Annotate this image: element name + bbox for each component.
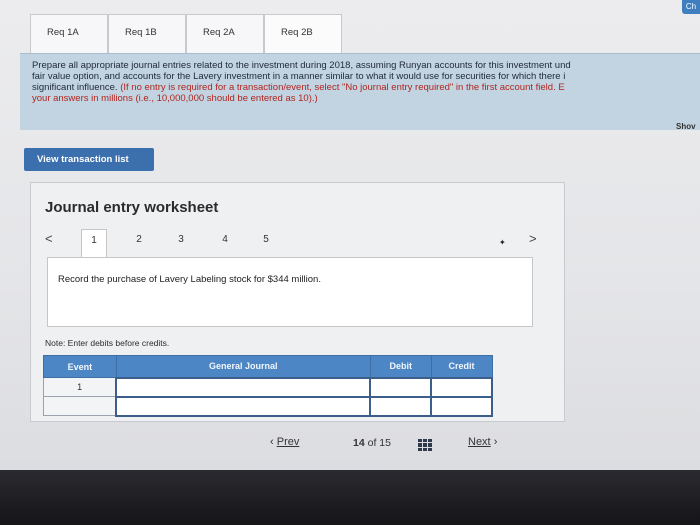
credit-input[interactable] bbox=[430, 395, 493, 417]
account-input[interactable] bbox=[115, 376, 372, 398]
table-row: 1 bbox=[43, 376, 493, 398]
debit-input[interactable] bbox=[369, 395, 433, 417]
grid-menu-icon[interactable] bbox=[418, 439, 432, 451]
prev-label: Prev bbox=[276, 436, 300, 448]
tab-req-2b[interactable]: Req 2B bbox=[264, 14, 342, 54]
total-questions: 15 bbox=[379, 437, 391, 449]
of-text: of bbox=[367, 437, 377, 449]
monitor-bezel bbox=[0, 470, 700, 525]
transaction-description-box: Record the purchase of Lavery Labeling s… bbox=[47, 257, 533, 327]
worksheet-page-5[interactable]: 5 bbox=[253, 229, 279, 251]
event-cell: 1 bbox=[43, 377, 117, 397]
instructions-text: significant influence. bbox=[32, 82, 121, 93]
chevron-left-icon: ‹ bbox=[270, 436, 274, 448]
debit-input[interactable] bbox=[369, 376, 433, 398]
chevron-right-icon: › bbox=[493, 436, 498, 448]
event-cell bbox=[43, 396, 117, 416]
tab-req-1b[interactable]: Req 1B bbox=[108, 14, 186, 54]
worksheet-title: Journal entry worksheet bbox=[45, 199, 219, 216]
debit-credit-note: Note: Enter debits before credits. bbox=[45, 338, 170, 348]
instructions-hint: (If no entry is required for a transacti… bbox=[120, 82, 565, 93]
worksheet-page-4[interactable]: 4 bbox=[212, 229, 238, 251]
column-header-debit: Debit bbox=[369, 355, 432, 378]
instructions-hint: your answers in millions (i.e., 10,000,0… bbox=[32, 93, 318, 104]
next-button[interactable]: Next › bbox=[468, 436, 497, 448]
mouse-cursor-icon: ✦ bbox=[499, 238, 506, 247]
worksheet-page-2[interactable]: 2 bbox=[126, 229, 152, 251]
check-button[interactable]: Ch bbox=[682, 0, 700, 14]
view-transaction-list-button[interactable]: View transaction list bbox=[24, 148, 154, 171]
show-link[interactable]: Shov bbox=[676, 122, 696, 131]
question-counter: 14 of 15 bbox=[353, 437, 391, 449]
chevron-left-icon[interactable]: < bbox=[45, 231, 53, 246]
tab-req-2a[interactable]: Req 2A bbox=[186, 14, 264, 54]
journal-entry-worksheet: Journal entry worksheet < 1 2 3 4 5 ✦ > … bbox=[30, 182, 565, 422]
instructions-line: Prepare all appropriate journal entries … bbox=[32, 60, 571, 71]
transaction-description: Record the purchase of Lavery Labeling s… bbox=[58, 274, 321, 285]
prev-button[interactable]: ‹ Prev bbox=[270, 436, 299, 448]
chevron-right-icon[interactable]: > bbox=[529, 231, 537, 246]
next-label: Next bbox=[468, 436, 491, 448]
current-question: 14 bbox=[353, 437, 365, 449]
account-input[interactable] bbox=[115, 395, 372, 417]
credit-input[interactable] bbox=[430, 376, 493, 398]
journal-table: Event General Journal Debit Credit 1 bbox=[43, 355, 493, 417]
browser-screen: Ch Req 1A Req 1B Req 2A Req 2B Prepare a… bbox=[0, 0, 700, 470]
instructions-line: significant influence. (If no entry is r… bbox=[32, 82, 688, 93]
table-row bbox=[43, 395, 493, 417]
tab-req-1a[interactable]: Req 1A bbox=[30, 14, 108, 54]
worksheet-page-3[interactable]: 3 bbox=[168, 229, 194, 251]
column-header-credit: Credit bbox=[430, 355, 493, 378]
instructions-panel: Prepare all appropriate journal entries … bbox=[20, 53, 700, 130]
worksheet-page-1[interactable]: 1 bbox=[81, 229, 107, 259]
column-header-general-journal: General Journal bbox=[115, 355, 371, 378]
instructions-line: fair value option, and accounts for the … bbox=[32, 71, 566, 82]
column-header-event: Event bbox=[43, 355, 117, 378]
